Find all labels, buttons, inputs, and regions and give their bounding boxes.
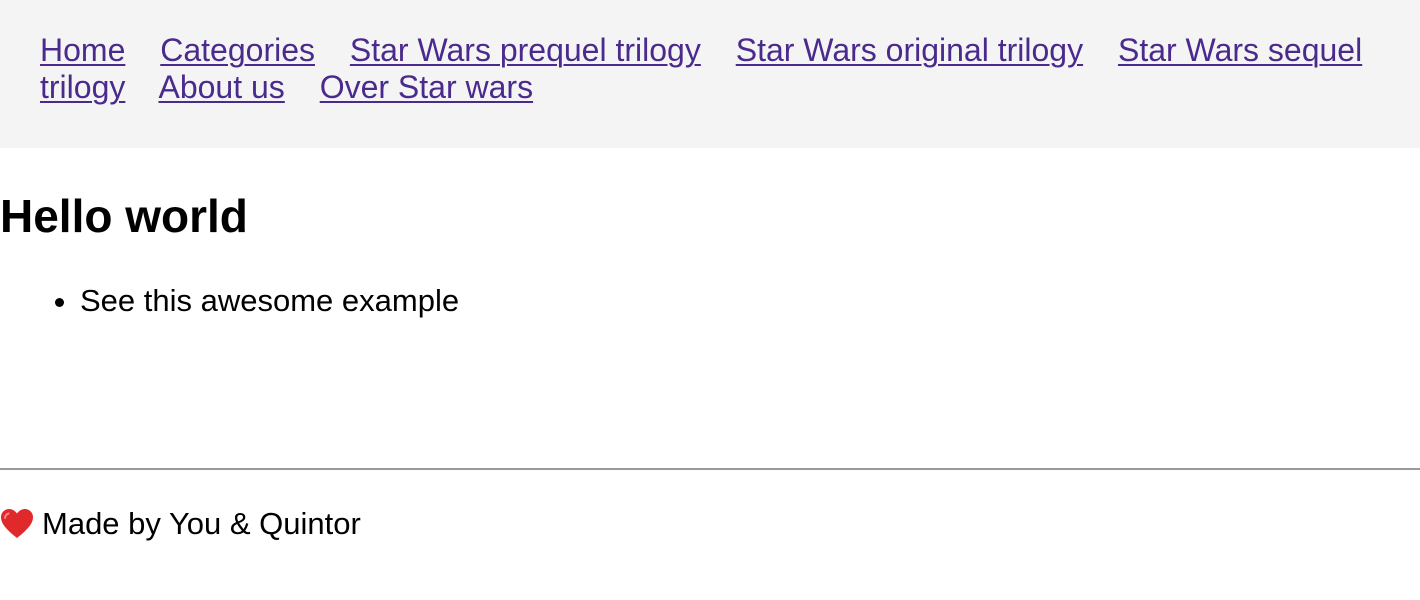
- list-item: See this awesome example: [80, 282, 459, 320]
- nav-link-over-star-wars[interactable]: Over Star wars: [320, 69, 533, 105]
- footer-divider: [0, 468, 1420, 470]
- footer-text: Made by You & Quintor: [42, 506, 361, 541]
- top-navigation: Home Categories Star Wars prequel trilog…: [0, 0, 1420, 148]
- heart-icon: [1, 509, 33, 538]
- nav-link-home[interactable]: Home: [40, 32, 125, 68]
- nav-link-original-trilogy[interactable]: Star Wars original trilogy: [736, 32, 1083, 68]
- page-title: Hello world: [0, 190, 248, 242]
- footer: Made by You & Quintor: [0, 504, 361, 544]
- nav-link-prequel-trilogy[interactable]: Star Wars prequel trilogy: [350, 32, 701, 68]
- nav-link-categories[interactable]: Categories: [160, 32, 315, 68]
- nav-link-about-us[interactable]: About us: [158, 69, 284, 105]
- example-list: See this awesome example: [0, 282, 459, 320]
